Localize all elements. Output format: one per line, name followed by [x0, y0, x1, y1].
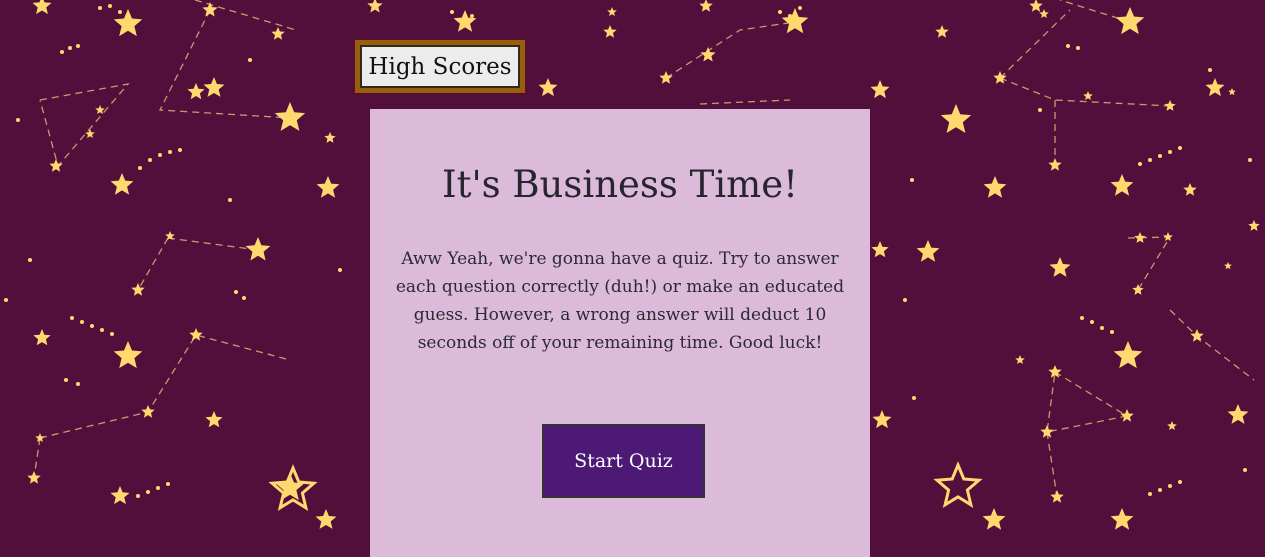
high-scores-label: High Scores: [360, 45, 520, 88]
high-scores-button[interactable]: High Scores: [355, 40, 525, 93]
quiz-instructions: Aww Yeah, we're gonna have a quiz. Try t…: [395, 249, 845, 353]
start-quiz-button[interactable]: Start Quiz: [542, 424, 705, 498]
page-title: It's Business Time!: [441, 163, 799, 206]
quiz-intro-card: It's Business Time! Aww Yeah, we're gonn…: [370, 109, 870, 557]
